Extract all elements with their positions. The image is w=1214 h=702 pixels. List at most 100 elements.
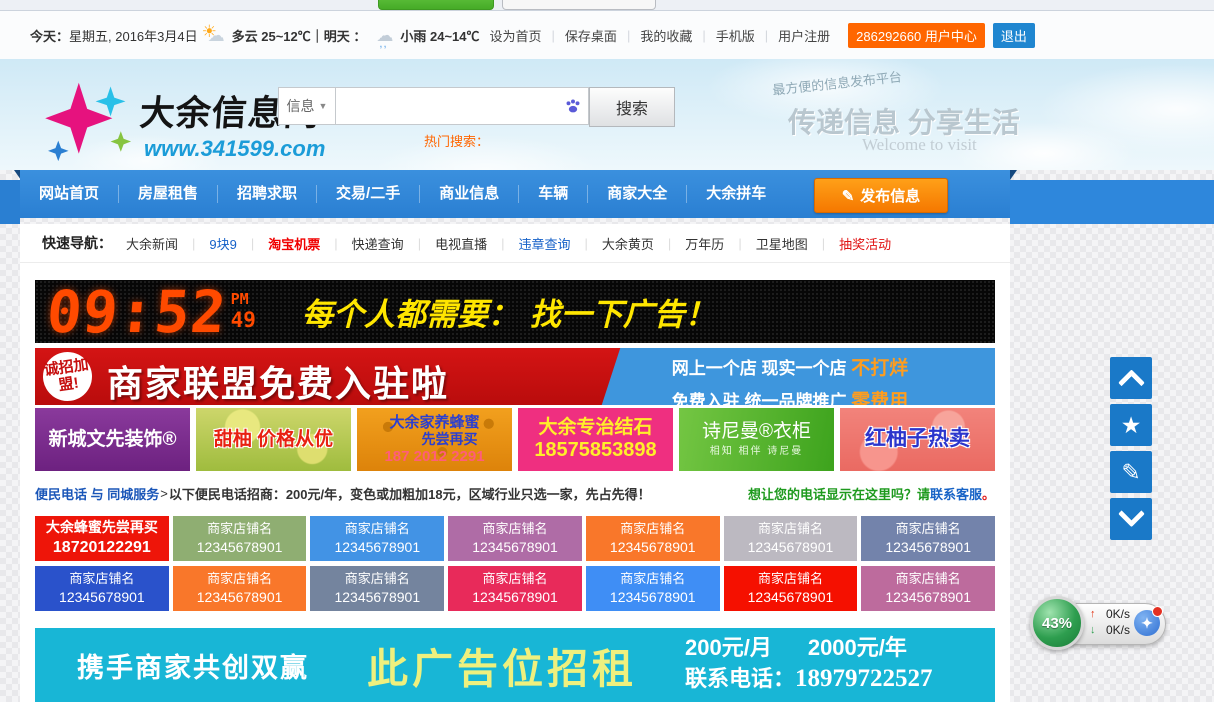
phone-cta-text: 想让您的电话显示在这里吗？请 bbox=[748, 487, 930, 502]
scroll-top-button[interactable] bbox=[1110, 357, 1152, 399]
quicknav-violation-query[interactable]: 违章查询 bbox=[504, 234, 584, 253]
phone-grid-row: 大余蜂蜜先尝再买18720122291 商家店铺名12345678901 商家店… bbox=[35, 516, 995, 561]
phone-cell[interactable]: 商家店铺名12345678901 bbox=[35, 566, 169, 611]
quicknav-taobao-tickets[interactable]: 淘宝机票 bbox=[254, 234, 334, 253]
quicknav-9kuai9[interactable]: 9块9 bbox=[195, 234, 250, 253]
ad-tile-stone-treatment[interactable]: 大余专治结石 18575853898 bbox=[518, 408, 673, 471]
star-icon: ★ bbox=[1121, 414, 1142, 437]
ad-tile-red-pomelo[interactable]: 红柚子热卖 bbox=[840, 408, 995, 471]
phone-cell[interactable]: 商家店铺名12345678901 bbox=[586, 566, 720, 611]
phone-cell[interactable]: 商家店铺名12345678901 bbox=[310, 566, 444, 611]
nav-item-merchants[interactable]: 商家大全 bbox=[587, 185, 686, 203]
led-clock-banner[interactable]: 09:52 PM 49 每个人都需要： 找一下广告！ bbox=[35, 280, 995, 343]
phone-cell[interactable]: 商家店铺名12345678901 bbox=[724, 566, 858, 611]
nav-item-carpool[interactable]: 大余拼车 bbox=[686, 185, 785, 203]
quicknav-express-query[interactable]: 快递查询 bbox=[338, 234, 418, 253]
nav-item-business[interactable]: 商业信息 bbox=[419, 185, 518, 203]
floating-toolbar: ★ ✎ bbox=[1110, 357, 1152, 545]
led-seconds: 49 bbox=[231, 310, 256, 331]
merchant-alliance-banner[interactable]: 诚招加盟! 商家联盟免费入驻啦 网上一个店 现实一个店 不打烊 免费入驻 统一品… bbox=[35, 348, 995, 405]
site-header: 大余信息网 www.341599.com 信息 ▼ 搜索 热门搜索： 最方便的信… bbox=[0, 59, 1214, 170]
logout-button[interactable]: 退出 bbox=[993, 23, 1035, 48]
quicknav-dayu-news[interactable]: 大余新闻 bbox=[112, 234, 192, 253]
banner-phone-number: 18979722527 bbox=[795, 665, 933, 692]
favorite-button[interactable]: ★ bbox=[1110, 404, 1152, 446]
progress-circle[interactable]: 43% bbox=[1030, 596, 1084, 650]
banner-center-text: 此广告位招租 bbox=[367, 635, 637, 695]
promo-title: 商家联盟免费入驻啦 bbox=[107, 355, 449, 405]
ad-tile-wardrobe[interactable]: 诗尼曼®衣柜 相知 相伴 诗尼曼 bbox=[679, 408, 834, 471]
nav-item-vehicles[interactable]: 车辆 bbox=[518, 185, 587, 203]
led-message: 每个人都需要： 找一下广告！ bbox=[302, 289, 716, 334]
publish-info-button[interactable]: ✎ 发布信息 bbox=[814, 178, 948, 213]
topbar-links: 设为首页| 保存桌面| 我的收藏| 手机版| 用户注册 286292660 用户… bbox=[480, 23, 1035, 48]
banner-price-month: 200元/月 bbox=[685, 634, 772, 663]
nav-item-home[interactable]: 网站首页 bbox=[20, 185, 118, 203]
page: 今天： 星期五, 2016年3月4日 ☁☀ 多云 25~12℃ ｜ 明天 ： ☁… bbox=[0, 0, 1214, 702]
link-save-desktop[interactable]: 保存桌面 bbox=[565, 26, 617, 45]
phone-cell[interactable]: 商家店铺名12345678901 bbox=[173, 566, 307, 611]
quicknav-tv-live[interactable]: 电视直播 bbox=[421, 234, 501, 253]
promo-badge: 诚招加盟! bbox=[40, 349, 95, 404]
phone-grid-row: 商家店铺名12345678901 商家店铺名12345678901 商家店铺名1… bbox=[35, 566, 995, 611]
today-label: 今天： bbox=[30, 26, 69, 45]
speed-widget[interactable]: 43% ↑ ↓ 0K/s 0K/s ✦ bbox=[1030, 596, 1166, 650]
notification-dot bbox=[1152, 606, 1163, 617]
weather-info: 今天： 星期五, 2016年3月4日 ☁☀ 多云 25~12℃ ｜ 明天 ： ☁… bbox=[20, 24, 480, 46]
today-date: 星期五, 2016年3月4日 bbox=[69, 26, 198, 45]
scroll-bottom-button[interactable] bbox=[1110, 498, 1152, 540]
search-category-dropdown[interactable]: 信息 ▼ bbox=[278, 87, 336, 125]
nav-item-housing[interactable]: 房屋租售 bbox=[118, 185, 217, 203]
phone-cell[interactable]: 商家店铺名12345678901 bbox=[310, 516, 444, 561]
search-input[interactable] bbox=[342, 89, 556, 123]
banner-price-year: 2000元/年 bbox=[808, 634, 907, 663]
browser-top-strip bbox=[0, 0, 1214, 10]
ad-space-banner[interactable]: 携手商家共创双赢 此广告位招租 200元/月 2000元/年 联系电话：1897… bbox=[35, 628, 995, 702]
search-input-wrap bbox=[336, 87, 589, 125]
chevron-up-icon bbox=[1118, 369, 1145, 396]
browser-white-button[interactable] bbox=[502, 0, 656, 10]
link-mobile-version[interactable]: 手机版 bbox=[716, 26, 755, 45]
quicknav-satellite-map[interactable]: 卫星地图 bbox=[742, 234, 822, 253]
paw-icon[interactable] bbox=[564, 97, 582, 115]
search-bar: 信息 ▼ 搜索 bbox=[278, 87, 675, 125]
sun-cloud-icon: ☁☀ bbox=[202, 24, 228, 46]
ad-tile-pomelo[interactable]: 甜柚 价格从优 bbox=[196, 408, 351, 471]
slogan-english: Welcome to visit bbox=[862, 135, 977, 155]
quicknav-lottery[interactable]: 抽奖活动 bbox=[825, 234, 905, 253]
phone-cell[interactable]: 大余蜂蜜先尝再买18720122291 bbox=[35, 516, 169, 561]
phone-cell[interactable]: 商家店铺名12345678901 bbox=[448, 516, 582, 561]
link-favorites[interactable]: 我的收藏 bbox=[640, 26, 692, 45]
chevron-down-icon bbox=[1118, 500, 1145, 527]
chevron-down-icon: ▼ bbox=[319, 101, 328, 111]
hot-search-label: 热门搜索： bbox=[424, 131, 489, 150]
banner-left-text: 携手商家共创双赢 bbox=[77, 646, 309, 685]
link-set-homepage[interactable]: 设为首页 bbox=[490, 26, 542, 45]
quicknav-calendar[interactable]: 万年历 bbox=[671, 234, 738, 253]
phone-cell[interactable]: 商家店铺名12345678901 bbox=[448, 566, 582, 611]
phone-cell[interactable]: 商家店铺名12345678901 bbox=[724, 516, 858, 561]
quicknav-yellow-pages[interactable]: 大余黄页 bbox=[588, 234, 668, 253]
banner-phone-label: 联系电话： bbox=[685, 666, 795, 691]
user-center-button[interactable]: 286292660 用户中心 bbox=[848, 23, 985, 48]
nav-item-trade[interactable]: 交易/二手 bbox=[316, 185, 419, 203]
ad-tile-decoration[interactable]: 新城文先装饰® bbox=[35, 408, 190, 471]
phone-cell[interactable]: 商家店铺名12345678901 bbox=[173, 516, 307, 561]
phone-grid: 大余蜂蜜先尝再买18720122291 商家店铺名12345678901 商家店… bbox=[35, 516, 995, 611]
phone-cell[interactable]: 商家店铺名12345678901 bbox=[586, 516, 720, 561]
phone-cell[interactable]: 商家店铺名12345678901 bbox=[861, 516, 995, 561]
main-content: 快速导航： 大余新闻| 9块9| 淘宝机票| 快递查询| 电视直播| 违章查询|… bbox=[20, 224, 1010, 702]
phone-cell[interactable]: 商家店铺名12345678901 bbox=[861, 566, 995, 611]
phone-section-desc: 以下便民电话招商：200元/年，变色或加粗加18元，区域行业只选一家，先占先得！ bbox=[169, 484, 651, 503]
search-button[interactable]: 搜索 bbox=[589, 87, 675, 127]
link-register[interactable]: 用户注册 bbox=[778, 26, 830, 45]
upload-arrow-icon: ↑ bbox=[1090, 606, 1096, 622]
ad-tile-honey[interactable]: 大余家养蜂蜜 先尝再买 187 2012 2291 bbox=[357, 408, 512, 471]
browser-green-button[interactable] bbox=[378, 0, 494, 10]
post-button[interactable]: ✎ bbox=[1110, 451, 1152, 493]
main-nav: 网站首页 房屋租售 招聘求职 交易/二手 商业信息 车辆 商家大全 大余拼车 ✎… bbox=[20, 170, 1010, 218]
site-url: www.341599.com bbox=[144, 136, 325, 162]
nav-item-jobs[interactable]: 招聘求职 bbox=[217, 185, 316, 203]
promo-line1: 网上一个店 现实一个店 bbox=[672, 359, 851, 378]
contact-service-link[interactable]: 联系客服 bbox=[930, 487, 982, 502]
